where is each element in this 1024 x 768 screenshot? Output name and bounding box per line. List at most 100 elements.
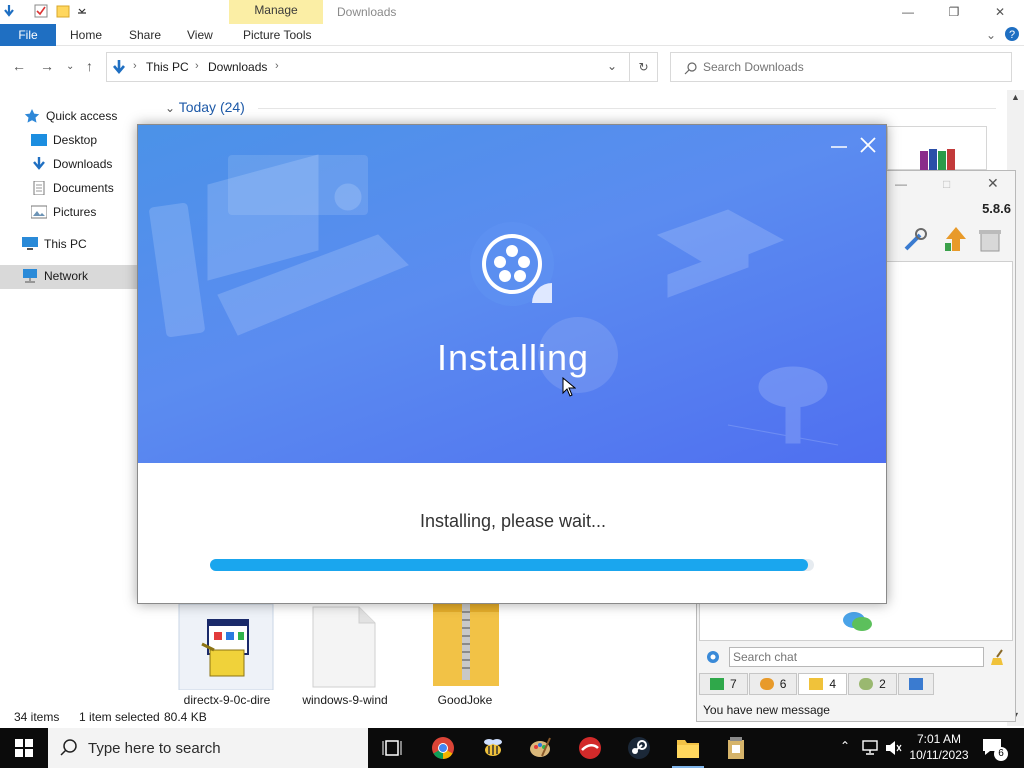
sidebar-item-this-pc[interactable]: This PC [22,233,87,255]
taskbar-search-box[interactable]: Type here to search [48,728,368,768]
tab-view[interactable]: View [187,28,213,42]
taskbar-search-placeholder: Type here to search [88,740,221,757]
maximize-icon: ❐ [948,5,960,19]
rooms-icon [859,678,874,690]
ribbon-expand-icon[interactable]: ⌄ [986,28,996,42]
folder-icon [677,740,699,758]
refresh-icon: ↻ [638,60,649,74]
installer-minimize-button[interactable] [828,135,850,157]
quick-access-dropdown-icon[interactable] [75,4,89,18]
selection-size: 80.4 KB [164,710,207,724]
show-hidden-icons-icon[interactable]: ⌃ [840,739,850,753]
maximize-button[interactable]: ❐ [931,0,977,24]
installing-title: Installing [436,337,590,378]
clock-date: 10/11/2023 [909,748,969,762]
file-name: directx-9-0c-dire [183,693,271,707]
installer-close-button[interactable] [856,133,880,157]
tab-picture-tools[interactable]: Picture Tools [243,28,311,42]
bee-app-taskbar-button[interactable] [477,733,509,763]
sidebar-item-network[interactable]: Network [22,265,88,287]
chat-status-message: You have new message [703,703,830,717]
chat-maximize-icon[interactable]: □ [943,177,950,191]
tab-share[interactable]: Share [129,28,161,42]
sidebar-item-label: Network [44,269,89,283]
scroll-up-icon[interactable]: ▲ [1011,92,1020,102]
sidebar-item-label: Pictures [53,205,97,219]
back-button[interactable]: ← [12,58,26,74]
sidebar-item-quick-access[interactable]: Quick access [24,105,117,127]
sidebar-item-downloads[interactable]: Downloads [31,153,112,175]
network-icon [23,269,37,283]
new-folder-icon[interactable] [56,4,70,18]
action-center-button[interactable]: 6 [980,733,1008,763]
download-arrow-icon[interactable] [2,4,16,18]
group-header-label: Today (24) [178,99,245,115]
paint-taskbar-button[interactable] [524,733,556,763]
tab-home[interactable]: Home [70,28,102,42]
close-icon: ✕ [994,5,1006,19]
notification-count-badge: 6 [994,747,1008,761]
chat-tab-count: 6 [779,677,787,691]
chrome-icon [432,737,454,759]
system-clock[interactable]: 7:01 AM 10/11/2023 [900,731,978,763]
search-box[interactable] [670,52,1012,82]
setup-installer-icon [178,604,274,690]
windows-logo-icon [15,739,33,757]
start-button[interactable] [0,728,48,768]
steam-taskbar-button[interactable] [623,733,655,763]
settings-gear-icon[interactable] [705,649,721,665]
group-divider [258,108,996,109]
recent-locations-icon[interactable]: ⌄ [66,61,74,72]
steam-icon [628,737,650,759]
chat-tab-broadcast[interactable] [897,673,934,695]
sidebar-item-label: Documents [53,181,114,195]
tools-icon[interactable] [902,227,928,253]
red-app-icon [579,737,601,759]
explorer-title-bar [0,0,1024,24]
install-progress-fill [210,559,808,571]
properties-checkbox-icon[interactable] [34,4,48,18]
address-bar[interactable]: › This PC › Downloads › ⌄ [106,52,630,82]
computer-icon [22,237,38,250]
close-window-button[interactable]: ✕ [977,0,1023,24]
minimize-button[interactable]: — [885,0,931,24]
selection-count: 1 item selected [79,710,160,724]
group-header[interactable]: ⌄ Today (24) [165,99,245,115]
refresh-button[interactable]: ↻ [630,52,658,82]
red-app-taskbar-button[interactable] [574,733,606,763]
search-icon [684,62,697,75]
window-title: Downloads [337,5,397,19]
sidebar-item-desktop[interactable]: Desktop [31,129,97,151]
file-explorer-taskbar-button[interactable] [672,733,704,768]
chat-tab-online[interactable]: 7 [699,673,748,695]
chat-tab-rooms[interactable]: 2 [848,673,897,695]
help-icon[interactable]: ? [1004,26,1020,42]
sidebar-item-documents[interactable]: Documents [31,177,114,199]
breadcrumb-separator-icon: › [275,60,279,72]
upload-arrow-icon[interactable] [943,225,969,253]
star-icon [24,109,40,123]
chat-minimize-icon[interactable]: — [895,177,907,191]
trash-icon[interactable] [977,227,1003,253]
chat-search-input[interactable] [729,647,984,667]
archive-app-taskbar-button[interactable] [720,733,752,763]
chat-tab-contacts[interactable]: 6 [748,673,798,695]
breadcrumb-this-pc[interactable]: This PC [146,60,189,74]
sidebar-item-pictures[interactable]: Pictures [31,201,96,223]
manage-tab-label: Manage [254,3,298,17]
address-history-dropdown-icon[interactable]: ⌄ [607,59,617,73]
task-view-button[interactable] [376,733,408,763]
breadcrumb-downloads[interactable]: Downloads [208,60,267,74]
chevron-down-icon: ⌄ [165,101,176,115]
winrar-thumbnail [887,126,987,171]
chrome-taskbar-button[interactable] [427,733,459,763]
up-button[interactable]: ↑ [86,58,93,74]
chat-close-icon[interactable]: ✕ [987,175,999,192]
clear-broom-icon[interactable] [990,648,1008,666]
online-users-icon [710,678,724,690]
forward-button[interactable]: → [40,58,54,74]
chat-tab-groups[interactable]: 4 [798,673,848,695]
network-status-icon[interactable] [862,740,880,756]
tab-file[interactable]: File [0,24,56,46]
search-input[interactable] [703,60,1003,74]
